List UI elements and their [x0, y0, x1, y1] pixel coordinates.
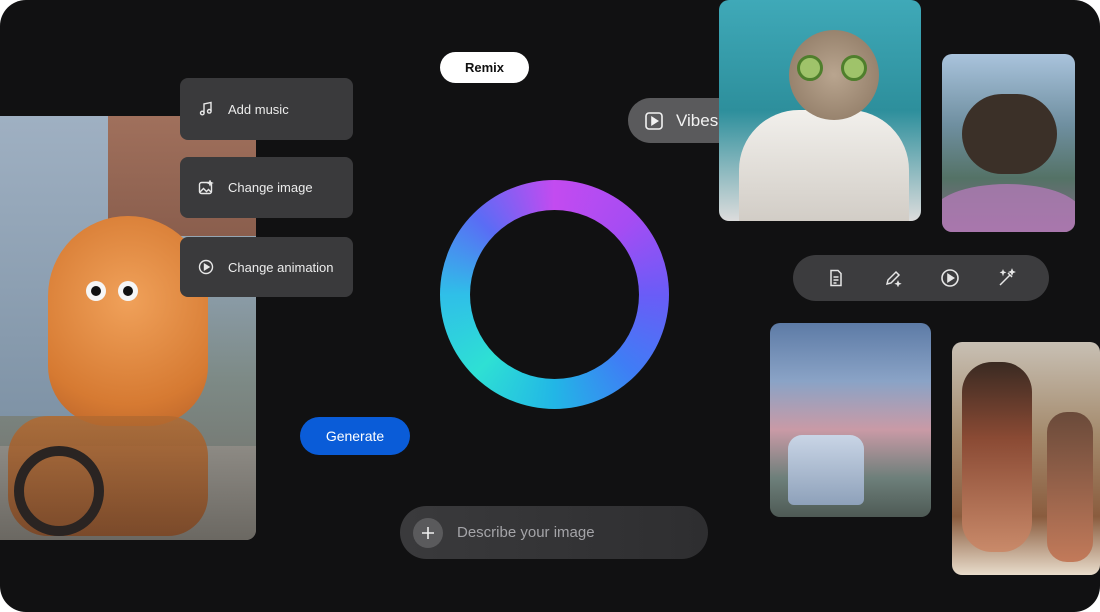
music-note-icon [199, 101, 212, 116]
photo-cucumber [841, 55, 867, 81]
loading-ring [440, 180, 669, 409]
stage: Add music Change image Change animation … [0, 0, 1100, 612]
photo-moose-trampoline[interactable] [942, 54, 1075, 232]
change-animation-button[interactable]: Change animation [180, 237, 353, 297]
vibes-label: Vibes [676, 110, 719, 130]
photo-moose [962, 94, 1057, 174]
document-icon [829, 269, 842, 287]
play-square-icon [645, 111, 663, 130]
generate-button[interactable]: Generate [300, 417, 410, 455]
prompt-input[interactable]: Describe your image [457, 524, 595, 541]
play-icon [940, 269, 959, 287]
photo-player [962, 362, 1032, 552]
edit-button[interactable] [878, 263, 908, 293]
play-circle-icon [198, 259, 214, 275]
toolbar [793, 255, 1049, 301]
photo-bathrobe [739, 110, 909, 221]
change-animation-label: Change animation [228, 259, 334, 275]
play-button[interactable] [935, 263, 965, 293]
photo-wheel [14, 446, 104, 536]
magic-wand-icon [998, 268, 1016, 286]
image-edit-icon [198, 179, 214, 194]
photo-trampoline [942, 184, 1075, 232]
photo-cucumber [797, 55, 823, 81]
add-button[interactable] [413, 517, 443, 548]
magic-button[interactable] [992, 263, 1022, 293]
document-button[interactable] [821, 263, 851, 293]
remix-button[interactable]: Remix [440, 52, 529, 83]
photo-van [788, 435, 864, 505]
change-image-button[interactable]: Change image [180, 157, 353, 218]
prompt-bar[interactable]: Describe your image [400, 506, 708, 559]
add-music-label: Add music [228, 101, 289, 117]
pencil-icon [885, 270, 902, 287]
photo-soccer-players[interactable] [952, 342, 1100, 575]
plus-icon [422, 526, 434, 539]
add-music-button[interactable]: Add music [180, 78, 353, 140]
photo-van-sunset[interactable] [770, 323, 931, 517]
photo-cat-pool[interactable] [719, 0, 921, 221]
photo-monster-eye [86, 281, 106, 301]
photo-monster-eye [118, 281, 138, 301]
photo-player [1047, 412, 1093, 562]
change-image-label: Change image [228, 180, 313, 195]
